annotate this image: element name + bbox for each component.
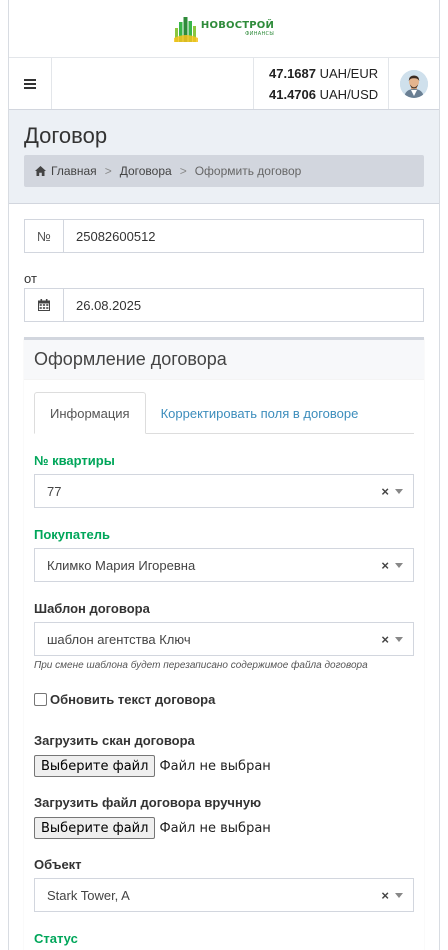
chevron-down-icon	[395, 562, 403, 568]
menu-toggle-button[interactable]	[9, 58, 52, 109]
tab-edit-contract-fields[interactable]: Корректировать поля в договоре	[146, 392, 374, 434]
apartment-label: № квартиры	[34, 453, 115, 468]
contract-date-input[interactable]: 26.08.2025	[64, 289, 423, 321]
template-value: шаблон агентства Ключ	[47, 631, 191, 647]
update-text-checkbox[interactable]	[34, 693, 47, 706]
currency-rates: 47.1687 UAH/EUR 41.4706 UAH/USD	[253, 58, 389, 109]
chevron-down-icon	[395, 892, 403, 898]
date-label: от	[24, 271, 37, 286]
logo-bar: НОВОСТРОЙ ФИНАНСЫ	[9, 0, 439, 58]
breadcrumb-home-link[interactable]: Главная	[51, 164, 97, 178]
buyer-select[interactable]: Климко Мария Игоревна ×	[34, 548, 414, 582]
breadcrumb-contracts-link[interactable]: Договора	[120, 164, 172, 178]
template-label: Шаблон договора	[34, 601, 150, 616]
status-label: Статус	[34, 931, 78, 946]
template-hint: При смене шаблона будет перезаписано сод…	[34, 660, 368, 671]
box-title: Оформление договора	[24, 340, 424, 380]
breadcrumb-separator: >	[104, 164, 112, 178]
main-content: № 25082600512 от 26.08.2025 Оформление д…	[9, 203, 439, 950]
contract-form-box: Оформление договора Информация Корректир…	[24, 337, 424, 950]
breadcrumb-separator: >	[179, 164, 187, 178]
avatar[interactable]	[400, 69, 428, 98]
manual-upload-input: Выберите файл Файл не выбран	[34, 817, 271, 839]
template-select[interactable]: шаблон агентства Ключ ×	[34, 622, 414, 656]
scan-choose-file-button[interactable]: Выберите файл	[34, 755, 156, 777]
navbar-spacer	[52, 58, 253, 109]
rate-usd: 41.4706 UAH/USD	[269, 84, 388, 105]
manual-upload-label: Загрузить файл договора вручную	[34, 795, 262, 810]
buyer-value: Климко Мария Игоревна	[47, 557, 196, 573]
object-label: Объект	[34, 857, 82, 872]
logo-subtitle: ФИНАНСЫ	[245, 30, 275, 37]
rate-eur-value: 47.1687	[269, 65, 316, 81]
user-menu[interactable]	[389, 58, 439, 109]
update-text-row[interactable]: Обновить текст договора	[34, 692, 215, 707]
rate-usd-value: 41.4706	[269, 86, 316, 102]
form-tabs: Информация Корректировать поля в договор…	[34, 392, 414, 434]
scan-upload-label: Загрузить скан договора	[34, 733, 195, 748]
rate-eur-unit: UAH/EUR	[319, 65, 379, 81]
contract-date-addon	[25, 289, 64, 321]
bars-icon	[24, 78, 36, 89]
logo-name: НОВОСТРОЙ	[200, 19, 275, 31]
manual-no-file-text: Файл не выбран	[159, 820, 271, 836]
contract-date-group: 26.08.2025	[24, 288, 424, 322]
manual-choose-file-button[interactable]: Выберите файл	[34, 817, 156, 839]
object-select[interactable]: Stark Tower, A ×	[34, 878, 414, 912]
chevron-down-icon	[395, 488, 403, 494]
apartment-select[interactable]: 77 ×	[34, 474, 414, 508]
rate-eur: 47.1687 UAH/EUR	[269, 63, 388, 84]
scan-no-file-text: Файл не выбран	[159, 758, 271, 774]
user-avatar-icon	[400, 69, 428, 98]
update-text-label[interactable]: Обновить текст договора	[50, 692, 215, 707]
buyer-label: Покупатель	[34, 527, 110, 542]
object-clear-icon[interactable]: ×	[381, 888, 389, 903]
template-clear-icon[interactable]: ×	[381, 632, 389, 647]
top-navbar: 47.1687 UAH/EUR 41.4706 UAH/USD	[9, 58, 439, 110]
breadcrumb-current: Оформить договор	[194, 164, 302, 178]
page-title: Договор	[24, 123, 108, 148]
home-icon	[35, 166, 46, 176]
contract-number-addon: №	[25, 220, 64, 252]
breadcrumb: Главная > Договора > Оформить договор	[24, 155, 424, 187]
apartment-clear-icon[interactable]: ×	[381, 484, 389, 499]
calendar-icon	[38, 299, 50, 311]
object-value: Stark Tower, A	[47, 887, 130, 903]
buyer-clear-icon[interactable]: ×	[381, 558, 389, 573]
contract-number-group: № 25082600512	[24, 219, 424, 253]
chevron-down-icon	[395, 636, 403, 642]
buildings-logo-icon	[173, 16, 198, 42]
brand-logo[interactable]: НОВОСТРОЙ ФИНАНСЫ	[173, 16, 275, 42]
apartment-value: 77	[47, 483, 62, 499]
app-frame: НОВОСТРОЙ ФИНАНСЫ 47.1687 UAH/EUR 41.470…	[8, 0, 440, 950]
contract-number-input[interactable]: 25082600512	[64, 220, 423, 252]
tab-information[interactable]: Информация	[34, 392, 146, 434]
scan-upload-input: Выберите файл Файл не выбран	[34, 755, 271, 777]
rate-usd-unit: UAH/USD	[319, 86, 379, 102]
